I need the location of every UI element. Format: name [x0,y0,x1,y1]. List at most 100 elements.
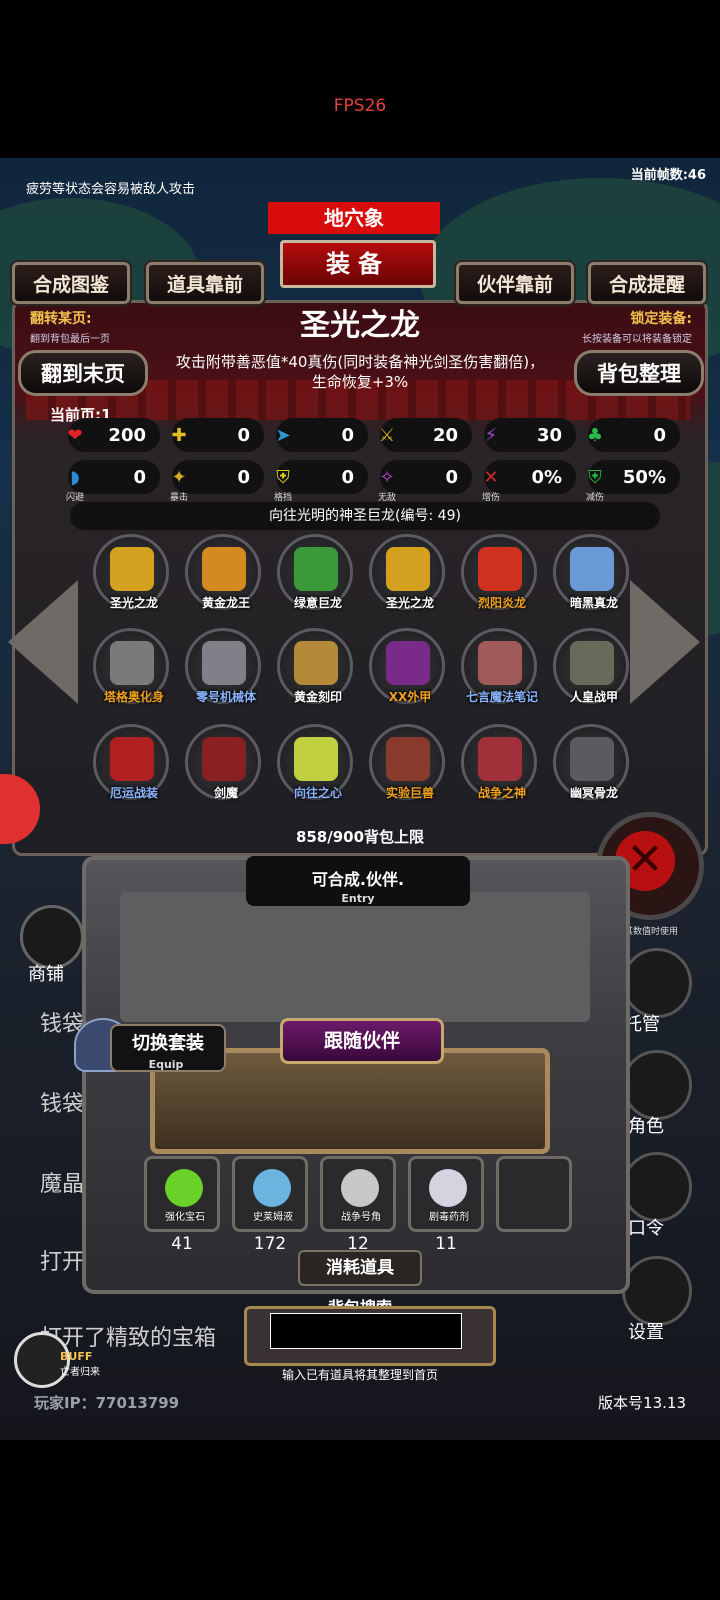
last-page-button[interactable]: 翻到末页 [18,350,148,396]
log-line: 打开 [40,1250,85,1275]
inventory-item[interactable]: 塔格奥化身 [93,628,169,704]
item-name: 向往之心 [293,786,342,800]
craft-compendium-button[interactable]: 合成图鉴 [12,262,130,304]
inventory-item[interactable]: 黄金刻印 [277,628,353,704]
consumable-count: 172 [253,1234,287,1254]
consumable-count: 41 [171,1234,193,1254]
item-full-name: 向往光明的神圣巨龙(编号: 49) [70,502,660,530]
crossed-swords-icon: ✕ [483,466,499,488]
item-art [386,737,430,781]
consumable-name: 史莱姆液 [253,1212,293,1223]
item-name: 圣光之龙 [385,596,434,610]
item-art [478,737,522,781]
consumable-icon [165,1169,203,1207]
inventory-item[interactable]: 绿意巨龙 [277,534,353,610]
inventory-item[interactable]: 圣光之龙 [93,534,169,610]
item-art [294,737,338,781]
item-art [202,737,246,781]
item-art [386,547,430,591]
inventory-item[interactable]: 黄金龙王 [185,534,261,610]
item-name: 绿意巨龙 [293,596,342,610]
clover-icon: ♣ [586,424,604,446]
inventory-item[interactable]: 厄运战装 [93,724,169,800]
switch-outfit-sub: Equip [148,1058,184,1071]
items-first-button[interactable]: 道具靠前 [146,262,264,304]
green-shield-icon: ⛨ [588,466,602,488]
item-description: 攻击附带善恶值*40真伤(同时装备神光剑圣伤害翻倍)，生命恢复+3% [175,353,545,391]
equip-title: 装备 [280,240,436,288]
inventory-item[interactable]: 向往之心 [277,724,353,800]
item-art [478,547,522,591]
item-art [570,547,614,591]
buff-label: BUFF [60,1350,93,1363]
inventory-item[interactable]: 战争之神 [461,724,537,800]
inventory-item[interactable]: 七言魔法笔记 [461,628,538,704]
item-art [202,641,246,685]
item-name: 塔格奥化身 [103,690,164,704]
sword-icon: ⚔ [378,424,396,446]
consumable-slot[interactable]: 战争号角 [320,1156,396,1232]
craft-text: 可合成.伙伴. [311,870,405,889]
consumables-label: 消耗道具 [298,1250,422,1286]
character-icon[interactable] [622,1050,692,1120]
inventory-item[interactable]: 幽冥骨龙 [553,724,629,800]
consumable-slot[interactable] [496,1156,572,1232]
shield-icon: ⛨ [276,466,290,488]
dice-icon[interactable] [622,948,692,1018]
entry-text: Entry [341,892,375,905]
inventory-item[interactable]: XX外甲 [369,628,445,704]
stone-inner [120,892,590,1022]
boot-icon: ➤ [275,424,291,446]
inventory-item[interactable]: 烈阳炎龙 [461,534,537,610]
shop-label[interactable]: 商铺 [28,960,64,986]
armor-icon: ✚ [171,424,187,446]
inventory-item[interactable]: 剑魔 [185,724,261,800]
item-art [202,547,246,591]
follow-partner-button[interactable]: 跟随伙伴 [280,1018,444,1064]
search-hint: 输入已有道具将其整理到首页 [281,1368,438,1382]
item-art [110,547,154,591]
consumable-slot[interactable]: 史莱姆液 [232,1156,308,1232]
inventory-item[interactable]: 实验巨兽 [369,724,445,800]
item-name: 圣光之龙 [109,596,158,610]
code-button-label[interactable]: 口令 [628,1214,664,1240]
item-name: 厄运战装 [109,786,158,800]
character-button-label[interactable]: 角色 [628,1112,664,1138]
inventory-item[interactable]: 暗黑真龙 [553,534,629,610]
consumable-icon [429,1169,467,1207]
bag-search-input[interactable] [270,1313,462,1349]
consumable-slot[interactable]: 剧毒药剂 [408,1156,484,1232]
consumable-slot[interactable]: 强化宝石 [144,1156,220,1232]
item-name: 零号机械体 [195,690,256,704]
fps-counter: FPS26 [333,96,387,116]
item-art [110,737,154,781]
item-name: 实验巨兽 [385,786,434,800]
item-name: 七言魔法笔记 [465,690,538,704]
partners-first-button[interactable]: 伙伴靠前 [456,262,574,304]
inventory-item[interactable]: 人皇战甲 [553,628,629,704]
settings-button-label[interactable]: 设置 [628,1318,664,1344]
prev-page-arrow[interactable] [8,580,78,704]
item-art [110,641,154,685]
item-name: 剑魔 [213,786,238,800]
frame-count: 当前帧数:46 [630,168,706,183]
scroll-icon[interactable] [622,1152,692,1222]
item-name: 黄金龙王 [201,596,250,610]
lightning-icon: ⚡ [484,424,498,446]
next-page-arrow[interactable] [630,580,700,704]
consumable-icon [341,1169,379,1207]
zone-label: 地穴象 [268,202,440,234]
item-art [570,641,614,685]
inventory-item[interactable]: 零号机械体 [185,628,261,704]
inventory-item[interactable]: 圣光之龙 [369,534,445,610]
item-art [570,737,614,781]
dodge-icon: ◗ [70,466,80,488]
consumable-name: 强化宝石 [165,1212,205,1223]
item-name: XX外甲 [388,690,432,704]
craft-reminder-button[interactable]: 合成提醒 [588,262,706,304]
sort-bag-button[interactable]: 背包整理 [574,350,704,396]
player-ip: 玩家IP：77013799 [34,1394,180,1412]
buff-sub: 亡者归来 [60,1367,100,1378]
version: 版本号13.13 [598,1394,686,1412]
consumable-name: 剧毒药剂 [429,1212,469,1223]
